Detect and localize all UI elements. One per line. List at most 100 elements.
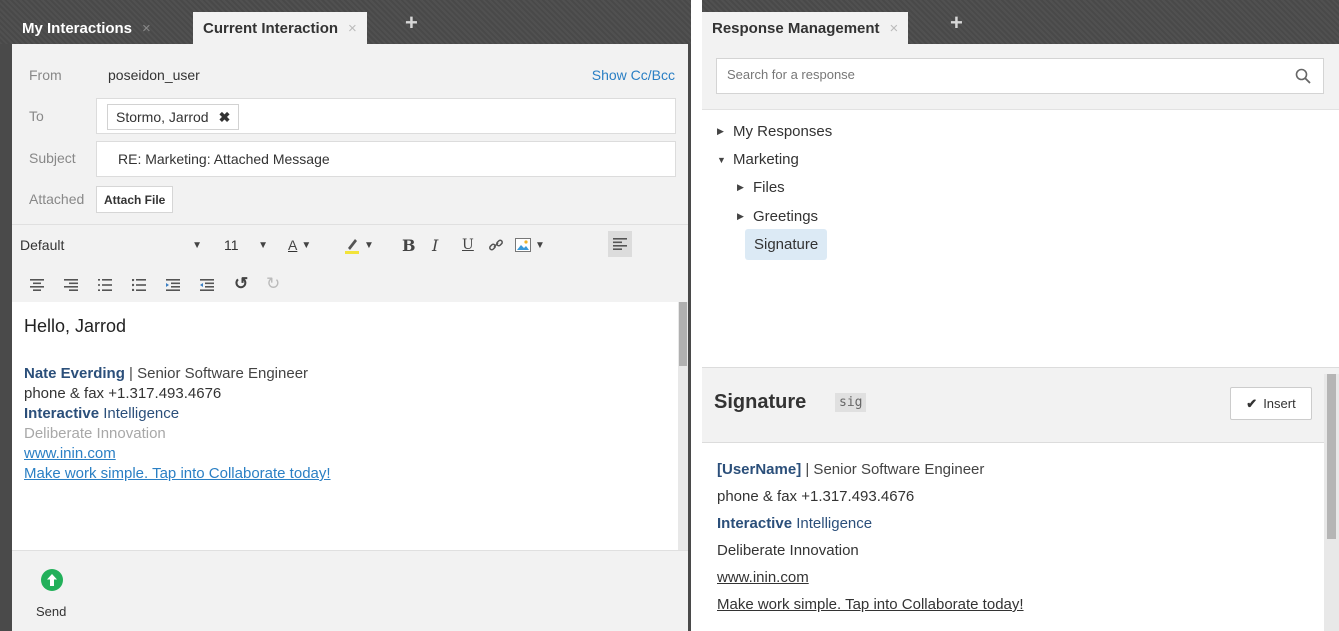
tree-label: Greetings [753,208,819,225]
chevron-down-icon: ▼ [301,239,312,251]
attach-file-button[interactable]: Attach File [96,186,174,213]
editor-scrollbar[interactable] [678,302,688,550]
subject-field[interactable]: RE: Marketing: Attached Message [96,141,676,177]
undo-button[interactable]: ↺ [234,273,248,295]
align-right-icon [64,279,78,291]
italic-button[interactable]: I [432,234,438,256]
to-label: To [29,108,44,124]
preview-promo-link[interactable]: Make work simple. Tap into Collaborate t… [717,596,1024,613]
tree-label: Marketing [733,151,799,168]
check-icon: ✔ [1246,395,1258,411]
send-bar: Send [12,550,688,631]
send-icon[interactable] [41,569,63,591]
response-detail-header: Signature sig ✔ Insert [702,367,1339,443]
highlight-button[interactable]: ▼ [344,234,374,256]
email-compose: From poseidon_user Show Cc/Bcc To Stormo… [12,44,688,631]
align-left-icon [613,238,627,250]
arrow-up-icon [47,574,57,586]
preview-title: | Senior Software Engineer [801,461,985,478]
from-value: poseidon_user [108,67,200,83]
image-button[interactable]: ▼ [515,234,545,256]
numbered-list-button[interactable] [98,274,112,296]
search-field[interactable] [716,58,1324,94]
left-tab-bar: My Interactions × Current Interaction × … [0,0,691,44]
tab-response-management[interactable]: Response Management × [702,12,909,44]
tree-item-marketing[interactable]: ▼ Marketing [717,151,799,168]
tree-item-my-responses[interactable]: ▶ My Responses [717,123,832,140]
chevron-down-icon: ▼ [535,239,545,251]
signature-name: Nate Everding [24,365,125,382]
tree-label: My Responses [733,123,833,140]
image-icon [515,238,531,252]
tab-current-interaction[interactable]: Current Interaction × [193,12,367,44]
tree-item-greetings[interactable]: ▶ Greetings [737,208,818,225]
outdent-button[interactable] [166,274,180,296]
align-left-button[interactable] [608,231,632,257]
search-input[interactable] [727,67,1267,82]
response-title: Signature [714,391,807,413]
from-label: From [29,67,62,83]
message-body-editor[interactable]: Hello, Jarrod Nate Everding | Senior Sof… [12,302,688,550]
link-icon [489,239,503,251]
preview-scrollbar[interactable] [1324,374,1339,631]
close-icon[interactable]: × [142,20,151,37]
preview-company-a: Interactive [717,515,793,532]
font-color-button[interactable]: A ▼ [288,234,311,256]
add-tab-icon[interactable]: + [950,10,963,36]
tab-label: Current Interaction [203,19,339,37]
subject-label: Subject [29,150,76,166]
greeting-text: Hello, Jarrod [24,316,127,336]
align-right-button[interactable] [64,274,78,296]
search-icon[interactable] [1295,68,1311,84]
underline-button[interactable]: U [462,234,474,256]
company-name-a: Interactive [24,405,100,422]
tab-label: My Interactions [22,19,133,37]
bold-button[interactable]: B [402,234,416,256]
link-button[interactable] [488,234,504,256]
close-icon[interactable]: × [890,20,899,37]
insert-label: Insert [1263,396,1296,411]
caret-right-icon: ▶ [737,182,744,192]
send-button[interactable]: Send [36,604,66,619]
redo-icon: ↻ [266,274,281,293]
insert-button[interactable]: ✔ Insert [1230,387,1312,420]
align-center-icon [30,279,44,291]
show-cc-bcc-link[interactable]: Show Cc/Bcc [592,67,675,83]
indent-button[interactable] [200,274,214,296]
panel-divider [691,0,702,631]
response-management-content: ▶ My Responses ▼ Marketing ▶ Files ▶ Gre… [702,44,1339,631]
indent-icon [200,279,214,291]
font-family-select[interactable]: Default ▼ [20,233,204,257]
company-name-b: Intelligence [99,405,180,422]
recipient-chip[interactable]: Stormo, Jarrod ✖ [107,104,240,130]
font-color-icon: A [288,237,298,253]
bullet-list-icon [132,279,146,291]
preview-website-link[interactable]: www.inin.com [717,569,809,586]
scrollbar-thumb[interactable] [679,302,687,366]
attached-label: Attached [29,191,85,207]
interaction-panel: My Interactions × Current Interaction × … [0,0,691,631]
signature-promo-link[interactable]: Make work simple. Tap into Collaborate t… [24,464,331,484]
to-field[interactable]: Stormo, Jarrod ✖ [96,98,676,134]
tree-item-files[interactable]: ▶ Files [737,179,785,196]
remove-recipient-icon[interactable]: ✖ [219,109,231,126]
add-tab-icon[interactable]: + [405,10,418,36]
signature-website-link[interactable]: www.inin.com [24,444,116,464]
font-size-select[interactable]: 11 ▼ [224,233,268,257]
preview-tagline: Deliberate Innovation [717,542,859,559]
tree-item-signature[interactable]: Signature [745,229,828,260]
formatting-toolbar: Default ▼ 11 ▼ A ▼ ▼ B I U ▼ ↺ ↻ [12,224,688,302]
tab-my-interactions[interactable]: My Interactions × [12,12,161,44]
search-bar [702,44,1339,110]
close-icon[interactable]: × [348,20,357,37]
numbered-list-icon [98,279,112,291]
align-center-button[interactable] [30,274,44,296]
chevron-down-icon: ▼ [364,239,374,251]
redo-button[interactable]: ↻ [266,273,280,295]
bullet-list-button[interactable] [132,274,146,296]
font-family-value: Default [20,237,65,253]
caret-down-icon: ▼ [717,154,726,165]
scrollbar-thumb[interactable] [1327,374,1336,539]
undo-icon: ↺ [234,274,249,293]
preview-name-line: [UserName] | Senior Software Engineer [717,461,984,478]
